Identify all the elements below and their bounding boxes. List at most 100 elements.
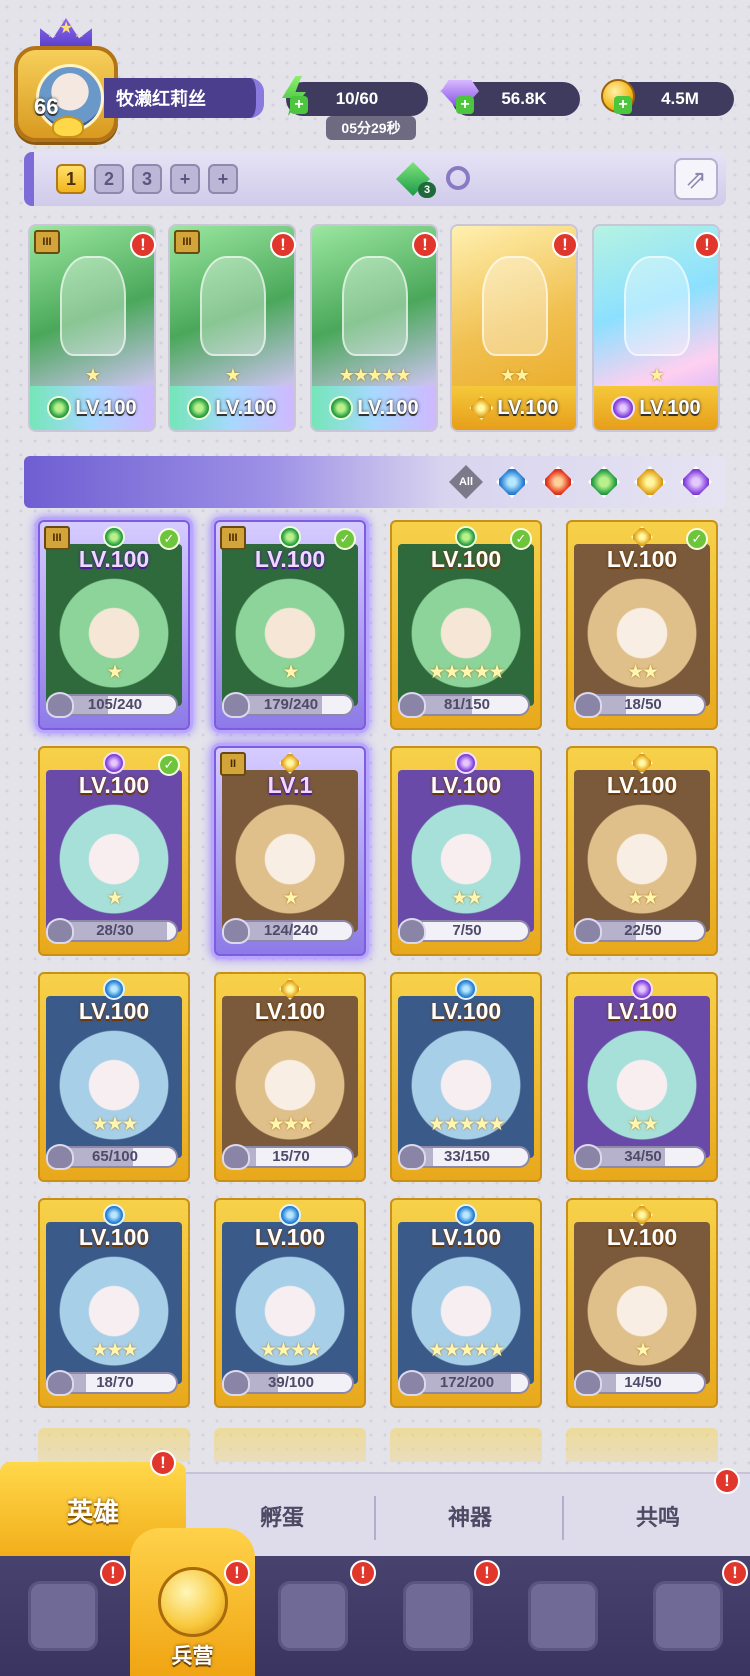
nature-gem-count: 3 bbox=[418, 182, 436, 198]
team-hero-level: LV.100 bbox=[497, 396, 559, 419]
hero-level: LV.100 bbox=[430, 1224, 502, 1250]
team-element-info[interactable]: 3 bbox=[396, 160, 476, 198]
hero-card[interactable]: LV.100 ★★★★ 39/100 bbox=[214, 1198, 366, 1408]
light-element-icon bbox=[631, 752, 653, 774]
hero-card[interactable]: LV.100 ★★ 7/50 bbox=[390, 746, 542, 956]
hero-figure bbox=[200, 256, 266, 356]
dark-element-icon bbox=[455, 752, 477, 774]
magnify-icon[interactable] bbox=[446, 166, 470, 190]
nav-barracks-alert: ! bbox=[224, 1560, 250, 1586]
nav-book-alert: ! bbox=[350, 1560, 376, 1586]
hero-level: LV.100 bbox=[254, 1224, 326, 1250]
star-rating: ★★★★★ bbox=[428, 1340, 505, 1361]
team-hero-alert: ! bbox=[270, 232, 296, 258]
light-element-icon bbox=[279, 752, 301, 774]
hero-card-partial[interactable] bbox=[566, 1428, 718, 1462]
light-element-icon bbox=[279, 978, 301, 1000]
filter-water[interactable] bbox=[494, 464, 530, 500]
nature-element-icon bbox=[588, 466, 620, 498]
hero-element bbox=[216, 1204, 364, 1226]
dark-element-icon bbox=[680, 466, 712, 498]
team-tab-add-2[interactable]: + bbox=[208, 164, 238, 194]
hero-card[interactable]: LV.100 ★★ 22/50 bbox=[566, 746, 718, 956]
hero-element bbox=[40, 1204, 188, 1226]
star-rating: ★★ bbox=[499, 365, 530, 385]
shard-icon bbox=[398, 1370, 426, 1396]
hero-card[interactable]: LV.100 ★★★ 65/100 bbox=[38, 972, 190, 1182]
nav-mushroom[interactable] bbox=[500, 1556, 625, 1676]
hero-figure bbox=[624, 256, 690, 356]
hero-level: LV.100 bbox=[78, 772, 150, 798]
tab-artifact[interactable]: 神器 bbox=[376, 1474, 564, 1558]
hero-element bbox=[392, 1204, 540, 1226]
filter-nature[interactable] bbox=[586, 464, 622, 500]
dark-element-icon bbox=[631, 978, 653, 1000]
team-tab-1[interactable]: 1 bbox=[56, 164, 86, 194]
hero-card[interactable]: ✓ LV.100 ★ 28/30 bbox=[38, 746, 190, 956]
hero-card[interactable]: LV.100 ★★★ 18/70 bbox=[38, 1198, 190, 1408]
star-rating: ★ bbox=[634, 1340, 651, 1361]
shard-icon bbox=[398, 1144, 426, 1170]
gold-counter[interactable]: + 4.5M bbox=[601, 79, 734, 116]
star-rating: ★ bbox=[648, 365, 665, 385]
shard-icon bbox=[574, 1370, 602, 1396]
shard-icon bbox=[46, 1144, 74, 1170]
light-element-icon bbox=[631, 1204, 653, 1226]
hero-element bbox=[568, 978, 716, 1000]
team-hero-level: LV.100 bbox=[215, 396, 277, 419]
tab-heroes-label: 英雄 bbox=[66, 1496, 119, 1527]
light-element-icon bbox=[631, 526, 653, 548]
mushroom-icon bbox=[527, 1581, 598, 1651]
team-hero-alert: ! bbox=[552, 232, 578, 258]
add-gems-button[interactable]: + bbox=[456, 96, 474, 114]
energy-counter[interactable]: + 10/60 bbox=[282, 76, 428, 116]
hero-card[interactable]: LV.100 ★★ 34/50 bbox=[566, 972, 718, 1182]
gem-icon: + bbox=[438, 72, 482, 120]
sub-tab-bar: 英雄 ! 孵蛋 神器 共鸣 ! bbox=[0, 1450, 750, 1558]
filter-dark[interactable] bbox=[678, 464, 714, 500]
tab-resonance-alert: ! bbox=[714, 1468, 740, 1494]
star-rating: ★ bbox=[224, 365, 241, 385]
team-tab-2[interactable]: 2 bbox=[94, 164, 124, 194]
hero-card[interactable]: LV.100 ★★★★★ 172/200 bbox=[390, 1198, 542, 1408]
hero-card[interactable]: ✓ LV.100 ★★ 18/50 bbox=[566, 520, 718, 730]
filter-all[interactable]: All bbox=[448, 464, 484, 500]
energy-value: 10/60 bbox=[335, 89, 379, 108]
add-gold-button[interactable]: + bbox=[614, 96, 632, 114]
filter-fire[interactable] bbox=[540, 464, 576, 500]
shard-icon bbox=[46, 692, 74, 718]
gem-value: 56.8K bbox=[501, 89, 547, 108]
team-selector-bar: 1 2 3 + + 3 ⇗ bbox=[24, 152, 726, 206]
star-rating: ★★★ bbox=[91, 1340, 138, 1361]
rank-badge-icon: III bbox=[34, 230, 60, 254]
add-energy-button[interactable]: + bbox=[290, 96, 308, 114]
hero-card[interactable]: ✓ LV.100 ★★★★★ 81/150 bbox=[390, 520, 542, 730]
cards-icon bbox=[27, 1581, 98, 1651]
hero-card[interactable]: LV.100 ★ 14/50 bbox=[566, 1198, 718, 1408]
nature-element-icon bbox=[103, 526, 125, 548]
filter-light[interactable] bbox=[632, 464, 668, 500]
player-name-plate[interactable]: 牧濑红莉丝 bbox=[104, 78, 264, 118]
hero-card-partial[interactable] bbox=[390, 1428, 542, 1462]
hero-level: LV.100 bbox=[78, 546, 150, 572]
hero-card[interactable]: II LV.1 ★ 124/240 bbox=[214, 746, 366, 956]
nav-barracks[interactable]: 兵营 bbox=[130, 1528, 255, 1676]
hero-figure bbox=[60, 256, 126, 356]
hero-card[interactable]: III ✓ LV.100 ★ 179/240 bbox=[214, 520, 366, 730]
hero-level: LV.100 bbox=[606, 772, 678, 798]
team-tab-3[interactable]: 3 bbox=[132, 164, 162, 194]
nature-element-icon bbox=[455, 526, 477, 548]
hero-card[interactable]: III ✓ LV.100 ★ 105/240 bbox=[38, 520, 190, 730]
light-element-icon bbox=[469, 396, 494, 420]
barracks-icon bbox=[157, 1567, 228, 1637]
hero-card[interactable]: LV.100 ★★★★★ 33/150 bbox=[390, 972, 542, 1182]
team-tab-add-1[interactable]: + bbox=[170, 164, 200, 194]
hero-card[interactable]: LV.100 ★★★ 15/70 bbox=[214, 972, 366, 1182]
gem-counter[interactable]: + 56.8K bbox=[441, 80, 580, 116]
share-button[interactable]: ⇗ bbox=[674, 158, 718, 200]
team-hero-alert: ! bbox=[130, 232, 156, 258]
castle-icon bbox=[402, 1581, 473, 1651]
hero-card-partial[interactable] bbox=[214, 1428, 366, 1462]
nature-element-icon bbox=[329, 396, 354, 420]
tab-hatch-label: 孵蛋 bbox=[259, 1505, 304, 1530]
